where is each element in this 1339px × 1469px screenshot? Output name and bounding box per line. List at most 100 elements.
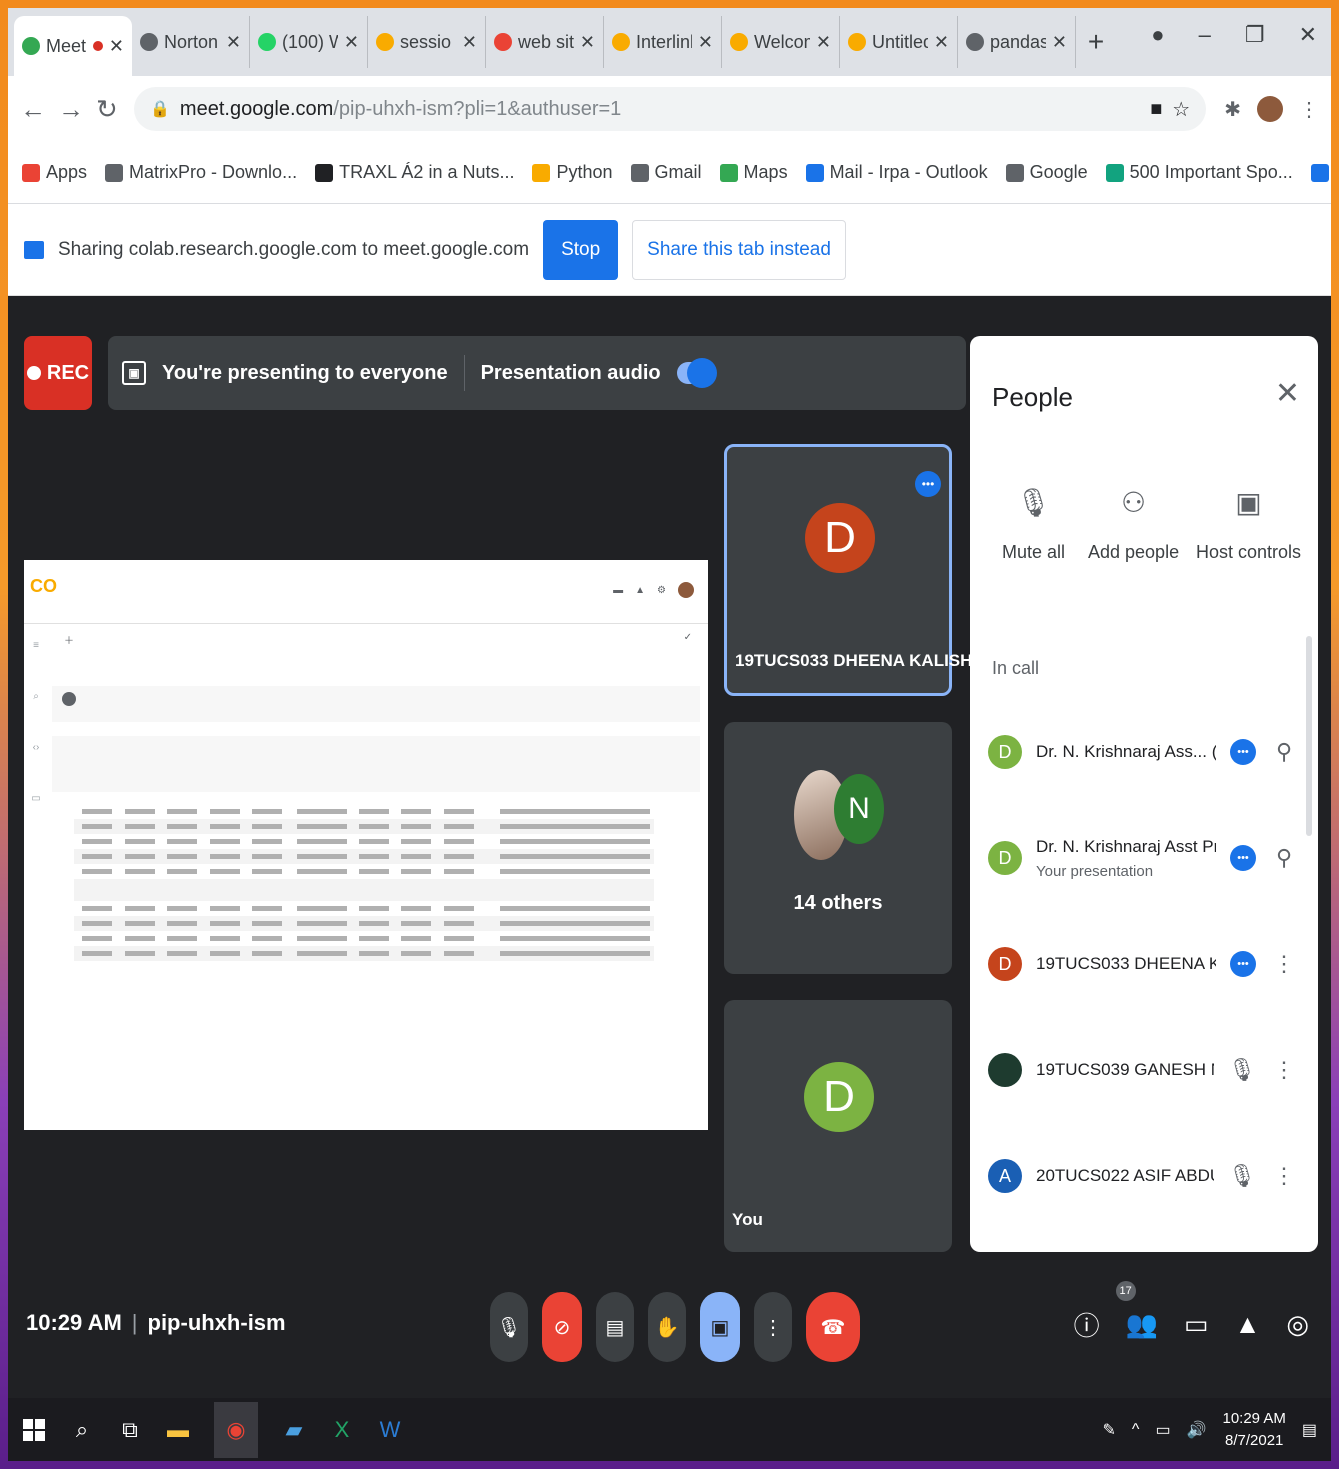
browser-tab[interactable]: Welcome ✕ bbox=[722, 16, 840, 68]
browser-tab[interactable]: pandas - ✕ bbox=[958, 16, 1076, 68]
tab-close-icon[interactable]: ✕ bbox=[698, 32, 713, 53]
pen-icon[interactable]: ✎ bbox=[1103, 1420, 1116, 1440]
activities-icon[interactable]: ▲ bbox=[1235, 1309, 1261, 1340]
present-button[interactable]: ▣ bbox=[700, 1292, 740, 1362]
dataframe-cell bbox=[286, 901, 351, 916]
more-options-icon[interactable]: ⋮ bbox=[1270, 1163, 1298, 1189]
restore-icon[interactable]: ❐ bbox=[1245, 22, 1265, 48]
chevron-up-icon[interactable]: ^ bbox=[1132, 1421, 1140, 1439]
leave-call-button[interactable]: ☎ bbox=[806, 1292, 860, 1362]
bookmark-item[interactable]: Python bbox=[532, 162, 613, 183]
chrome-menu-icon[interactable]: ⋮ bbox=[1299, 97, 1319, 122]
bookmark-item[interactable]: Google bbox=[1005, 162, 1088, 183]
back-icon[interactable]: ← bbox=[20, 94, 46, 125]
file-explorer-icon[interactable]: ▬ bbox=[166, 1417, 190, 1442]
browser-tab[interactable]: Norton Sa ✕ bbox=[132, 16, 250, 68]
redacted-text bbox=[251, 906, 282, 911]
bookmark-label: Google bbox=[1029, 162, 1088, 182]
participant-list-item[interactable]: D 19TUCS033 DHEENA KALI... ••• ⋮ bbox=[988, 924, 1298, 1004]
bookmark-star-icon[interactable]: ☆ bbox=[1172, 97, 1190, 122]
browser-tab[interactable]: sessio ✕ bbox=[368, 16, 486, 68]
mute-all-button[interactable]: 🎙 Mute all bbox=[1002, 486, 1065, 563]
host-controls-button[interactable]: ▣ Host controls bbox=[1196, 486, 1301, 563]
tab-close-icon[interactable]: ✕ bbox=[1052, 32, 1067, 53]
recording-indicator[interactable]: REC bbox=[24, 336, 92, 410]
app-icon[interactable]: ▰ bbox=[282, 1417, 306, 1442]
dataframe-cell bbox=[243, 849, 286, 864]
tab-close-icon[interactable]: ✕ bbox=[816, 32, 831, 53]
tab-close-icon[interactable]: ✕ bbox=[109, 36, 124, 57]
participant-tile[interactable]: ••• D 19TUCS033 DHEENA KALISH.K bbox=[724, 444, 989, 696]
pin-off-icon[interactable]: ⚲ bbox=[1270, 845, 1298, 871]
participant-list-item[interactable]: 19TUCS039 GANESH NAR... 🎙 ⋮ bbox=[988, 1030, 1298, 1110]
host-safety-icon[interactable]: ◎ bbox=[1286, 1309, 1309, 1340]
more-options-button[interactable]: ⋮ bbox=[754, 1292, 792, 1362]
task-view-icon[interactable]: ⧉ bbox=[118, 1417, 142, 1442]
more-options-icon[interactable]: ⋮ bbox=[1270, 951, 1298, 977]
bookmark-item[interactable]: 500 Important Spo... bbox=[1105, 162, 1293, 183]
redacted-text bbox=[251, 951, 282, 956]
bookmark-item[interactable]: TRAXL Á2 in a Nuts... bbox=[315, 162, 514, 183]
colab-sidebar: ≡ ⌕ ‹› ▭ bbox=[28, 640, 44, 1100]
browser-tab[interactable]: web site l ✕ bbox=[486, 16, 604, 68]
camera-off-button[interactable]: ⊘ bbox=[542, 1292, 582, 1362]
stop-sharing-button[interactable]: Stop bbox=[543, 219, 619, 280]
new-tab-icon[interactable]: + bbox=[1076, 16, 1116, 68]
extensions-puzzle-icon[interactable]: ✱ bbox=[1224, 97, 1241, 122]
tab-close-icon[interactable]: ✕ bbox=[934, 32, 949, 53]
participant-list-item[interactable]: D Dr. N. Krishnaraj Ass... (You) ••• ⚲ bbox=[988, 712, 1298, 792]
presentation-audio-toggle[interactable] bbox=[676, 358, 717, 388]
browser-tab[interactable]: Interlinks ✕ bbox=[604, 16, 722, 68]
microphone-button[interactable]: 🎙 bbox=[490, 1292, 528, 1362]
browser-tab[interactable]: (100) Wha ✕ bbox=[250, 16, 368, 68]
people-scrollbar[interactable] bbox=[1306, 636, 1312, 836]
bookmark-item[interactable]: Maps bbox=[719, 162, 788, 183]
people-button[interactable]: 17 👥 bbox=[1115, 1281, 1158, 1340]
excel-icon[interactable]: X bbox=[330, 1417, 354, 1442]
add-people-button[interactable]: ⚇ Add people bbox=[1088, 486, 1179, 563]
share-this-tab-button[interactable]: Share this tab instead bbox=[632, 219, 846, 280]
bookmark-item[interactable]: Gmail bbox=[630, 162, 702, 183]
more-options-icon[interactable]: ⋮ bbox=[1270, 1057, 1298, 1083]
profile-avatar[interactable] bbox=[1257, 96, 1283, 122]
tab-title: web site l bbox=[518, 31, 574, 52]
self-tile[interactable]: D You bbox=[724, 1000, 952, 1252]
chat-icon[interactable]: ▭ bbox=[1184, 1309, 1209, 1340]
tab-close-icon[interactable]: ✕ bbox=[344, 32, 359, 53]
minimize-icon[interactable]: – bbox=[1199, 22, 1211, 48]
more-options-icon[interactable]: ••• bbox=[915, 471, 941, 497]
reload-icon[interactable]: ↻ bbox=[96, 94, 118, 125]
camera-indicator-icon[interactable]: ■ bbox=[1150, 98, 1162, 121]
bookmark-item[interactable]: MatrixPro - Downlo... bbox=[105, 162, 297, 183]
pin-icon[interactable]: ⚲ bbox=[1270, 739, 1298, 765]
start-button[interactable] bbox=[22, 1418, 46, 1442]
search-icon[interactable]: ⌕ bbox=[70, 1417, 94, 1442]
browser-tab[interactable]: Meet ✕ bbox=[14, 16, 132, 76]
address-bar[interactable]: 🔒 meet.google.com/pip-uhxh-ism?pli=1&aut… bbox=[134, 87, 1207, 131]
bookmark-item[interactable]: Mail - Irpa - Outlook bbox=[805, 162, 988, 183]
chrome-icon[interactable]: ◉ bbox=[214, 1401, 258, 1458]
others-tile[interactable]: N 14 others bbox=[724, 722, 952, 974]
participant-list-item[interactable]: A 20TUCS022 ASIF ABDUL ... 🎙 ⋮ bbox=[988, 1136, 1298, 1216]
word-icon[interactable]: W bbox=[378, 1417, 402, 1442]
notifications-icon[interactable]: ▤ bbox=[1302, 1420, 1317, 1440]
battery-icon[interactable]: ▭ bbox=[1155, 1420, 1170, 1440]
close-icon[interactable]: ✕ bbox=[1275, 376, 1300, 411]
participant-list-item[interactable]: D Dr. N. Krishnaraj Asst Prof ... Your pre… bbox=[988, 818, 1298, 898]
meeting-details-icon[interactable]: ⓘ bbox=[1074, 1306, 1100, 1343]
volume-icon[interactable]: 🔊 bbox=[1187, 1420, 1207, 1440]
bookmark-item[interactable]: Aplicações em NLP... bbox=[1310, 162, 1331, 183]
close-window-icon[interactable]: ✕ bbox=[1299, 22, 1317, 48]
profile-icon[interactable]: ● bbox=[1151, 22, 1164, 48]
captions-button[interactable]: ▤ bbox=[596, 1292, 634, 1362]
redacted-text bbox=[251, 921, 282, 926]
tab-close-icon[interactable]: ✕ bbox=[580, 32, 595, 53]
tab-close-icon[interactable]: ✕ bbox=[226, 32, 241, 53]
bookmark-item[interactable]: Apps bbox=[22, 162, 87, 183]
forward-icon[interactable]: → bbox=[58, 94, 84, 125]
browser-tab[interactable]: Untitled0 ✕ bbox=[840, 16, 958, 68]
redacted-text bbox=[251, 809, 282, 814]
raise-hand-button[interactable]: ✋ bbox=[648, 1292, 686, 1362]
clock[interactable]: 10:29 AM 8/7/2021 bbox=[1222, 1408, 1285, 1452]
tab-close-icon[interactable]: ✕ bbox=[462, 32, 477, 53]
